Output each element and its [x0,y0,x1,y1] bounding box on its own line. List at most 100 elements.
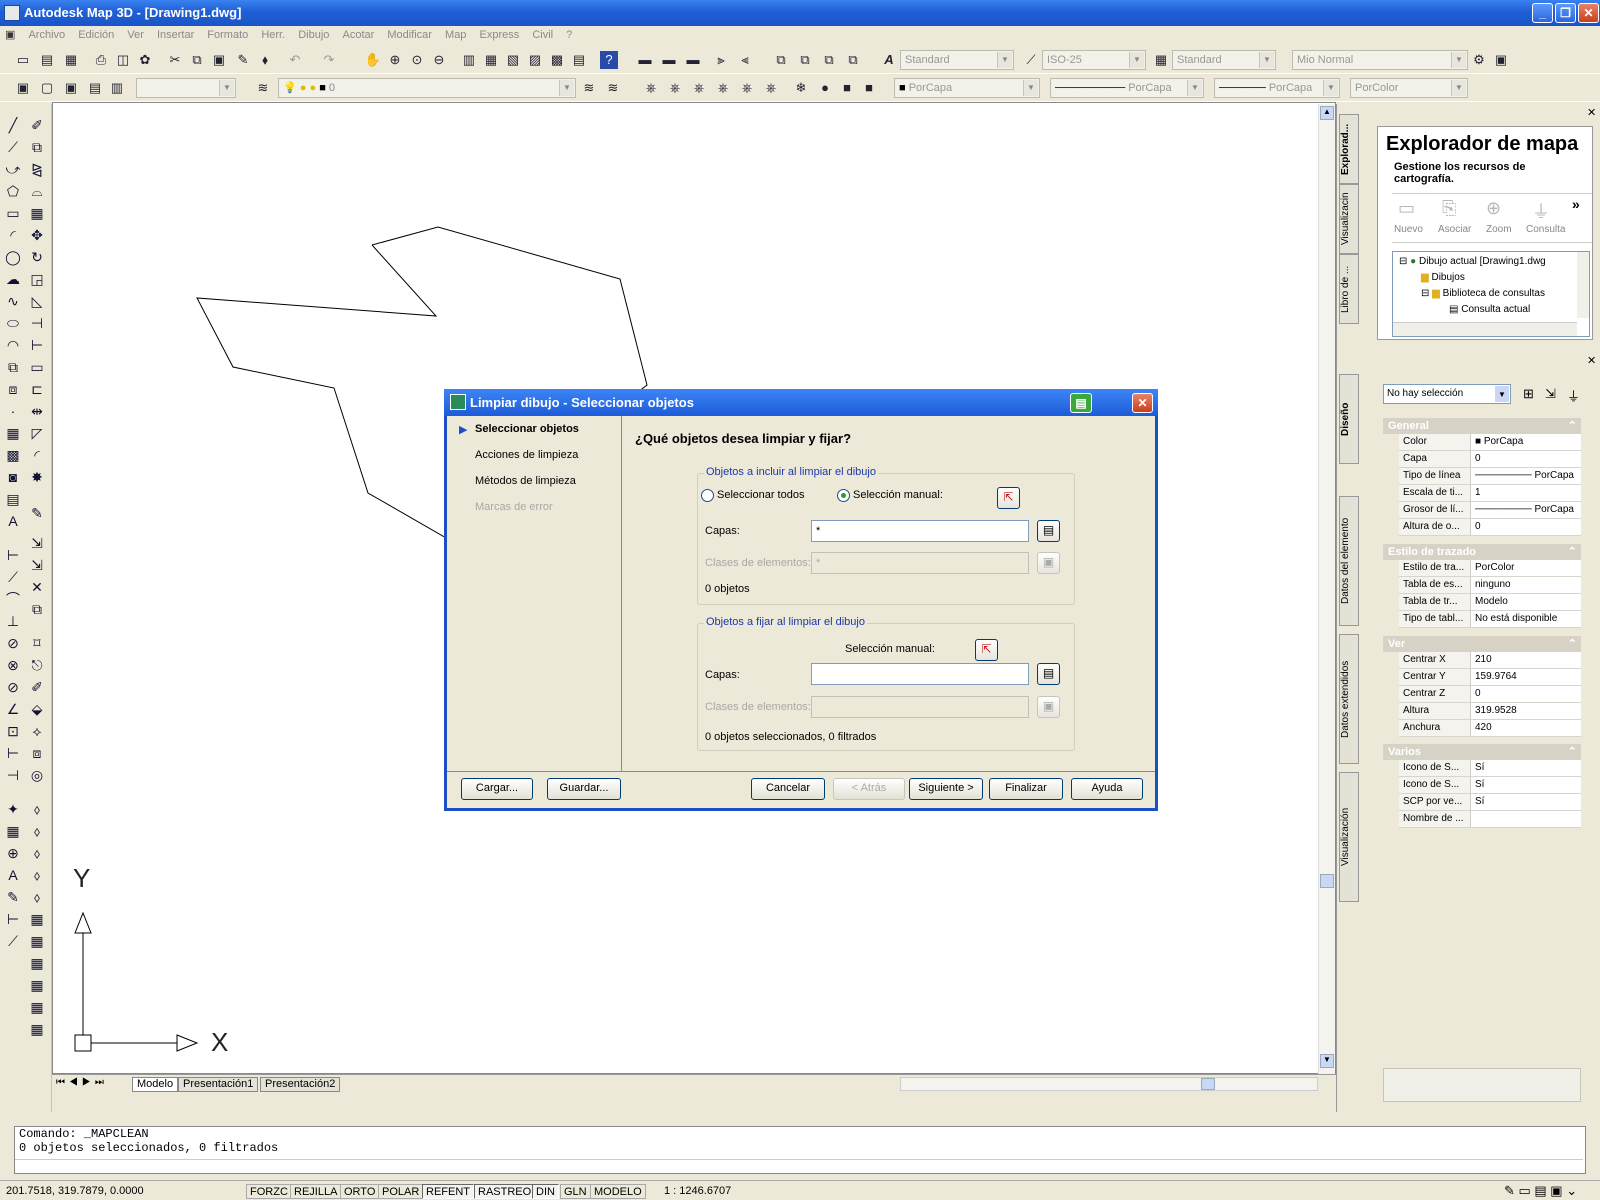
prop-row[interactable]: Estilo de tra... PorColor [1399,560,1581,577]
stretch-icon[interactable]: ◺ [26,290,48,312]
next-button[interactable]: Siguiente > [909,778,983,800]
layout-b-icon[interactable]: ⧉ [796,51,814,69]
status-ortho[interactable]: ORTO [340,1184,380,1199]
revision-cloud-icon[interactable]: ☁ [2,268,24,290]
layout-c-icon[interactable]: ⧉ [820,51,838,69]
rectangle-icon[interactable]: ▭ [2,202,24,224]
prop-row[interactable]: Tipo de línea ──────── PorCapa [1399,468,1581,485]
digitize-a-icon[interactable]: ⇲ [26,532,48,554]
workspace-a-icon[interactable]: ▣ [14,79,32,97]
nav-select-objects[interactable]: Seleccionar objetos [475,423,579,435]
explode-icon[interactable]: ✸ [26,466,48,488]
chamfer-icon[interactable]: ◸ [26,422,48,444]
freeze-icon[interactable]: ❄ [792,79,810,97]
tab-nav-icon[interactable]: ⏮◀▶⏭ [56,1077,108,1088]
dim-baseline-left-icon[interactable]: ⊢ [2,742,24,764]
linetype-select[interactable]: ───────── PorCapa ▼ [1050,78,1204,98]
tree-item-current-drawing[interactable]: ⊟ ● Dibujo actual [Drawing1.dwg [1399,256,1546,267]
zoom-previous-icon[interactable]: ⊖ [430,51,448,69]
table-style-select[interactable]: Standard ▼ [1172,50,1276,70]
tab-modelo[interactable]: Modelo [132,1077,179,1092]
map-tool-g-icon[interactable]: ⟋ [2,930,24,952]
color-select[interactable]: ■ PorCapa ▼ [894,78,1040,98]
prop-row[interactable]: Centrar Y 159.9764 [1399,669,1581,686]
fix-layers-input[interactable] [811,663,1029,685]
arc-icon[interactable]: ◜ [2,224,24,246]
query-icon[interactable]: ⏚ [1532,198,1550,224]
canvas-vertical-scrollbar[interactable]: ▲ ▼ [1318,104,1335,1074]
command-input[interactable] [15,1159,1583,1173]
status-model[interactable]: MODELO [590,1184,646,1199]
layout-a-icon[interactable]: ⧉ [772,51,790,69]
h-scroll-thumb[interactable] [1201,1078,1215,1090]
make-block-icon[interactable]: ⧈ [2,378,24,400]
dim-arc-icon[interactable]: ⌒ [2,588,24,610]
tree-item-drawings[interactable]: ▆ Dibujos [1421,272,1465,283]
plot-style-name-select[interactable]: Mio Normal ▼ [1292,50,1468,70]
tab-visualizacion[interactable]: Visualización [1339,772,1359,902]
offset-icon[interactable]: ⌓ [26,180,48,202]
ellipse-icon[interactable]: ⬭ [2,312,24,334]
plot-icon[interactable]: ▣ [1492,51,1510,69]
quick-select-icon[interactable]: ⏚ [1567,386,1580,405]
tool-palettes-icon[interactable]: ▧ [504,51,522,69]
manual-selection-label[interactable]: Selección manual: [853,489,943,501]
toggle-pickadd-icon[interactable]: ⊞ [1523,386,1534,402]
menu-archivo[interactable]: Archivo [23,27,70,43]
region-icon[interactable]: ◙ [2,466,24,488]
break-icon[interactable]: ⊏ [26,378,48,400]
map-grid-e-icon[interactable]: ▦ [26,996,48,1018]
doc-icon[interactable]: ▣ [0,26,20,43]
dim-angular-icon[interactable]: ∠ [2,698,24,720]
point-icon[interactable]: · [2,400,24,422]
map-edit-a-icon[interactable]: ⌑ [26,632,48,654]
markup-icon[interactable]: ▩ [548,51,566,69]
tray-icons[interactable]: ✎ ▭ ▤ ▣ ⌄ [1504,1183,1577,1199]
status-lwt[interactable]: GLN [560,1184,591,1199]
layer-tool-c-icon[interactable]: ⎈ [690,79,708,97]
ellipse-arc-icon[interactable]: ◠ [2,334,24,356]
prop-row[interactable]: Centrar X 210 [1399,652,1581,669]
scroll-up-icon[interactable]: ▲ [1320,106,1334,120]
match-prop-icon[interactable]: ✎ [234,51,252,69]
digitize-c-icon[interactable]: ✕ [26,576,48,598]
menu-modificar[interactable]: Modificar [382,27,437,43]
layer-manager-icon[interactable]: ≋ [254,79,272,97]
prop-row[interactable]: Centrar Z0 [1399,686,1581,703]
tree-item-current-query[interactable]: ▤ Consulta actual [1449,304,1530,315]
pan-icon[interactable]: ✋ [364,51,382,69]
menu-help[interactable]: ? [561,27,577,43]
sheet-set-icon[interactable]: ▨ [526,51,544,69]
finish-button[interactable]: Finalizar [989,778,1063,800]
fix-layers-picker-button[interactable]: ▤ [1037,663,1060,685]
text-style-select[interactable]: Standard ▼ [900,50,1014,70]
table-icon[interactable]: ▤ [2,488,24,510]
cancel-button[interactable]: Cancelar [751,778,825,800]
layer-tool-d-icon[interactable]: ⎈ [714,79,732,97]
mtext-icon[interactable]: A [2,510,24,532]
unlock-icon[interactable]: ■ [860,79,878,97]
canvas-horizontal-scrollbar[interactable] [900,1077,1318,1091]
map-edit-c-icon[interactable]: ✐ [26,676,48,698]
calculator-icon[interactable]: ▤ [570,51,588,69]
erase-icon[interactable]: ✐ [26,114,48,136]
map-edit-b-icon[interactable]: ⎋ [26,654,48,676]
tab-datos-elemento[interactable]: Datos del elemento [1339,496,1359,626]
tab-explorer[interactable]: Explorad... [1339,114,1359,184]
digitize-d-icon[interactable]: ⧉ [26,598,48,620]
layer-tool-a-icon[interactable]: ⎈ [642,79,660,97]
scale-icon[interactable]: ◲ [26,268,48,290]
menu-formato[interactable]: Formato [202,27,253,43]
map-tool-b-icon[interactable]: ▦ [2,820,24,842]
polyline-icon[interactable]: ⤻ [2,158,24,180]
dialog-close-icon[interactable]: ✕ [1132,393,1153,413]
mirror-icon[interactable]: ⧎ [26,158,48,180]
map-grid-d-icon[interactable]: ▦ [26,974,48,996]
dialog-grip-icon[interactable]: ▤ [1070,393,1092,413]
map-edit-g-icon[interactable]: ◎ [26,764,48,786]
nav-cleanup-actions[interactable]: Acciones de limpieza [475,449,578,461]
trim-icon[interactable]: ⊣ [26,312,48,334]
tab-datos-extendidos[interactable]: Datos extendidos [1339,634,1359,764]
load-button[interactable]: Cargar... [461,778,533,800]
include-layers-input[interactable] [811,520,1029,542]
